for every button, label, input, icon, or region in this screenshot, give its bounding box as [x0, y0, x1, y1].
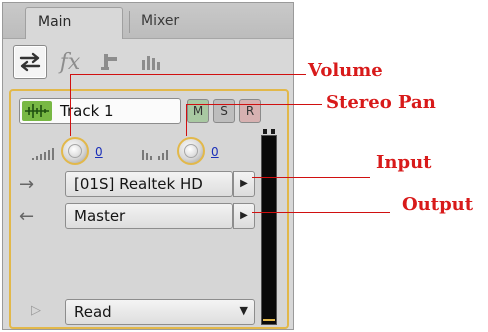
tab-bar: Main Mixer	[3, 3, 293, 39]
level-meter	[261, 135, 277, 325]
automation-mode-label: Read	[74, 303, 112, 321]
io-swap-button[interactable]	[13, 45, 47, 79]
input-triangle-icon: ▶	[240, 178, 248, 189]
input-callout-label: Input	[376, 152, 432, 173]
input-row: → [01S] Realtek HD ▶	[19, 171, 255, 197]
volume-value[interactable]: 0	[95, 145, 103, 159]
sends-icon	[101, 54, 117, 70]
volume-callout-label: Volume	[308, 60, 383, 81]
eq-icon	[142, 56, 160, 70]
input-dropdown-button[interactable]: ▶	[233, 171, 255, 197]
volume-callout-leader	[70, 74, 71, 136]
track-strip: Track 1 M S R 0 0 → [01S] Realtek HD ▶ ←…	[9, 89, 289, 329]
meter-floor	[263, 319, 275, 322]
track-panel: Main Mixer fx Track 1 M S R 0 0 → [01S] …	[2, 2, 294, 330]
output-callout-line	[252, 212, 390, 213]
tab-mixer-label: Mixer	[141, 13, 180, 29]
pan-knob-cap	[184, 144, 198, 158]
pan-callout-label: Stereo Pan	[326, 92, 436, 113]
mute-button[interactable]: M	[187, 99, 209, 123]
volume-knob[interactable]	[61, 137, 89, 165]
pan-knob[interactable]	[177, 137, 205, 165]
output-select[interactable]: Master	[65, 203, 233, 229]
track-name-label: Track 1	[60, 102, 114, 120]
tab-mixer[interactable]: Mixer	[129, 7, 219, 39]
pan-balance-icon	[142, 150, 168, 160]
pan-callout-leader	[186, 104, 187, 136]
pan-value[interactable]: 0	[211, 145, 219, 159]
tab-main-label: Main	[38, 14, 72, 30]
pan-callout-line	[186, 104, 322, 105]
view-toolbar: fx	[13, 45, 193, 81]
input-arrow-icon: →	[19, 174, 35, 195]
track-waveform-icon	[22, 101, 52, 121]
track-name-field[interactable]: Track 1	[19, 98, 181, 124]
automation-mode-select[interactable]: Read ▼	[65, 299, 255, 325]
output-row: ← Master ▶	[19, 203, 255, 229]
volume-callout-line	[70, 74, 306, 75]
io-swap-icon	[19, 52, 41, 72]
input-select[interactable]: [01S] Realtek HD	[65, 171, 233, 197]
fx-icon: fx	[59, 49, 81, 75]
chevron-down-icon: ▼	[239, 304, 248, 317]
tab-main[interactable]: Main	[25, 7, 123, 39]
output-callout-label: Output	[402, 194, 474, 215]
volume-knob-cap	[68, 144, 82, 158]
volume-ramp-icon	[32, 148, 54, 160]
output-arrow-icon: ←	[19, 206, 35, 227]
meter-peak-indicators	[261, 129, 277, 134]
output-triangle-icon: ▶	[240, 210, 248, 221]
automation-row: ▷ Read ▼	[19, 299, 255, 325]
record-arm-button[interactable]: R	[239, 99, 261, 123]
input-callout-line	[252, 177, 370, 178]
automation-expand-icon[interactable]: ▷	[31, 303, 41, 318]
output-dropdown-button[interactable]: ▶	[233, 203, 255, 229]
solo-button[interactable]: S	[213, 99, 235, 123]
